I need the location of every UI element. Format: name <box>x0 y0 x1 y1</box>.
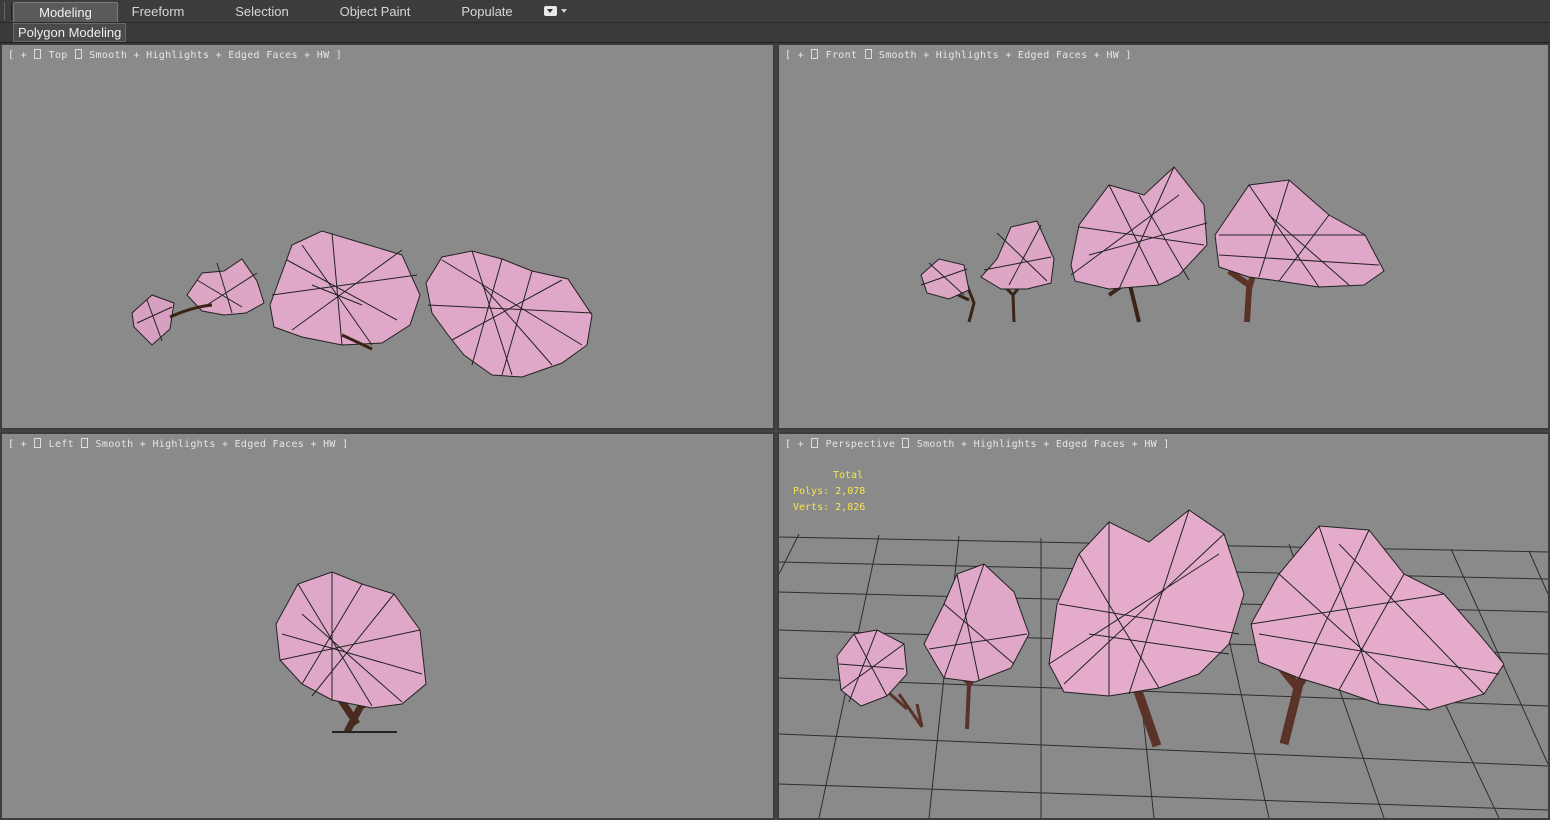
perspective-view-scene <box>779 509 1548 818</box>
polygon-modeling-panel-button[interactable]: Polygon Modeling <box>13 23 127 42</box>
tab-modeling[interactable]: Modeling <box>13 2 118 22</box>
tree-front-small <box>920 220 1055 323</box>
viewport-front[interactable]: [ + Front Smooth + Highlights + Edged Fa… <box>777 43 1550 430</box>
tree-canopy-top-medium <box>269 230 421 351</box>
tab-freeform[interactable]: Freeform <box>112 2 204 21</box>
viewport-left[interactable]: [ + Left Smooth + Highlights + Edged Fac… <box>0 432 775 820</box>
tab-object-paint[interactable]: Object Paint <box>322 2 428 21</box>
ribbon-tab-bar: Modeling Freeform Selection Object Paint… <box>0 0 1550 23</box>
tree-persp-large <box>1250 525 1505 746</box>
tab-selection[interactable]: Selection <box>218 2 306 21</box>
front-view-scene <box>920 166 1385 323</box>
viewport-top[interactable]: [ + Top Smooth + Highlights + Edged Face… <box>0 43 775 430</box>
tree-left-composite <box>275 571 427 734</box>
ribbon-options-dropdown[interactable] <box>544 6 567 17</box>
tree-front-large <box>1214 179 1385 323</box>
left-view-scene <box>275 571 427 734</box>
tree-canopy-top-large <box>425 250 593 378</box>
top-view-scene <box>131 230 593 378</box>
tree-persp-medium <box>1048 509 1245 748</box>
ribbon-menu-icon <box>544 6 557 16</box>
tree-front-medium <box>1070 166 1208 323</box>
tree-canopy-top-small <box>131 258 265 346</box>
tab-populate[interactable]: Populate <box>446 2 528 21</box>
viewport-perspective[interactable]: [ + Perspective Smooth + Highlights + Ed… <box>777 432 1550 820</box>
ribbon-grip-handle[interactable] <box>4 2 12 20</box>
chevron-down-icon <box>561 9 567 13</box>
tree-persp-small <box>836 563 1030 730</box>
ribbon-panel-bar: Polygon Modeling <box>0 23 1550 43</box>
